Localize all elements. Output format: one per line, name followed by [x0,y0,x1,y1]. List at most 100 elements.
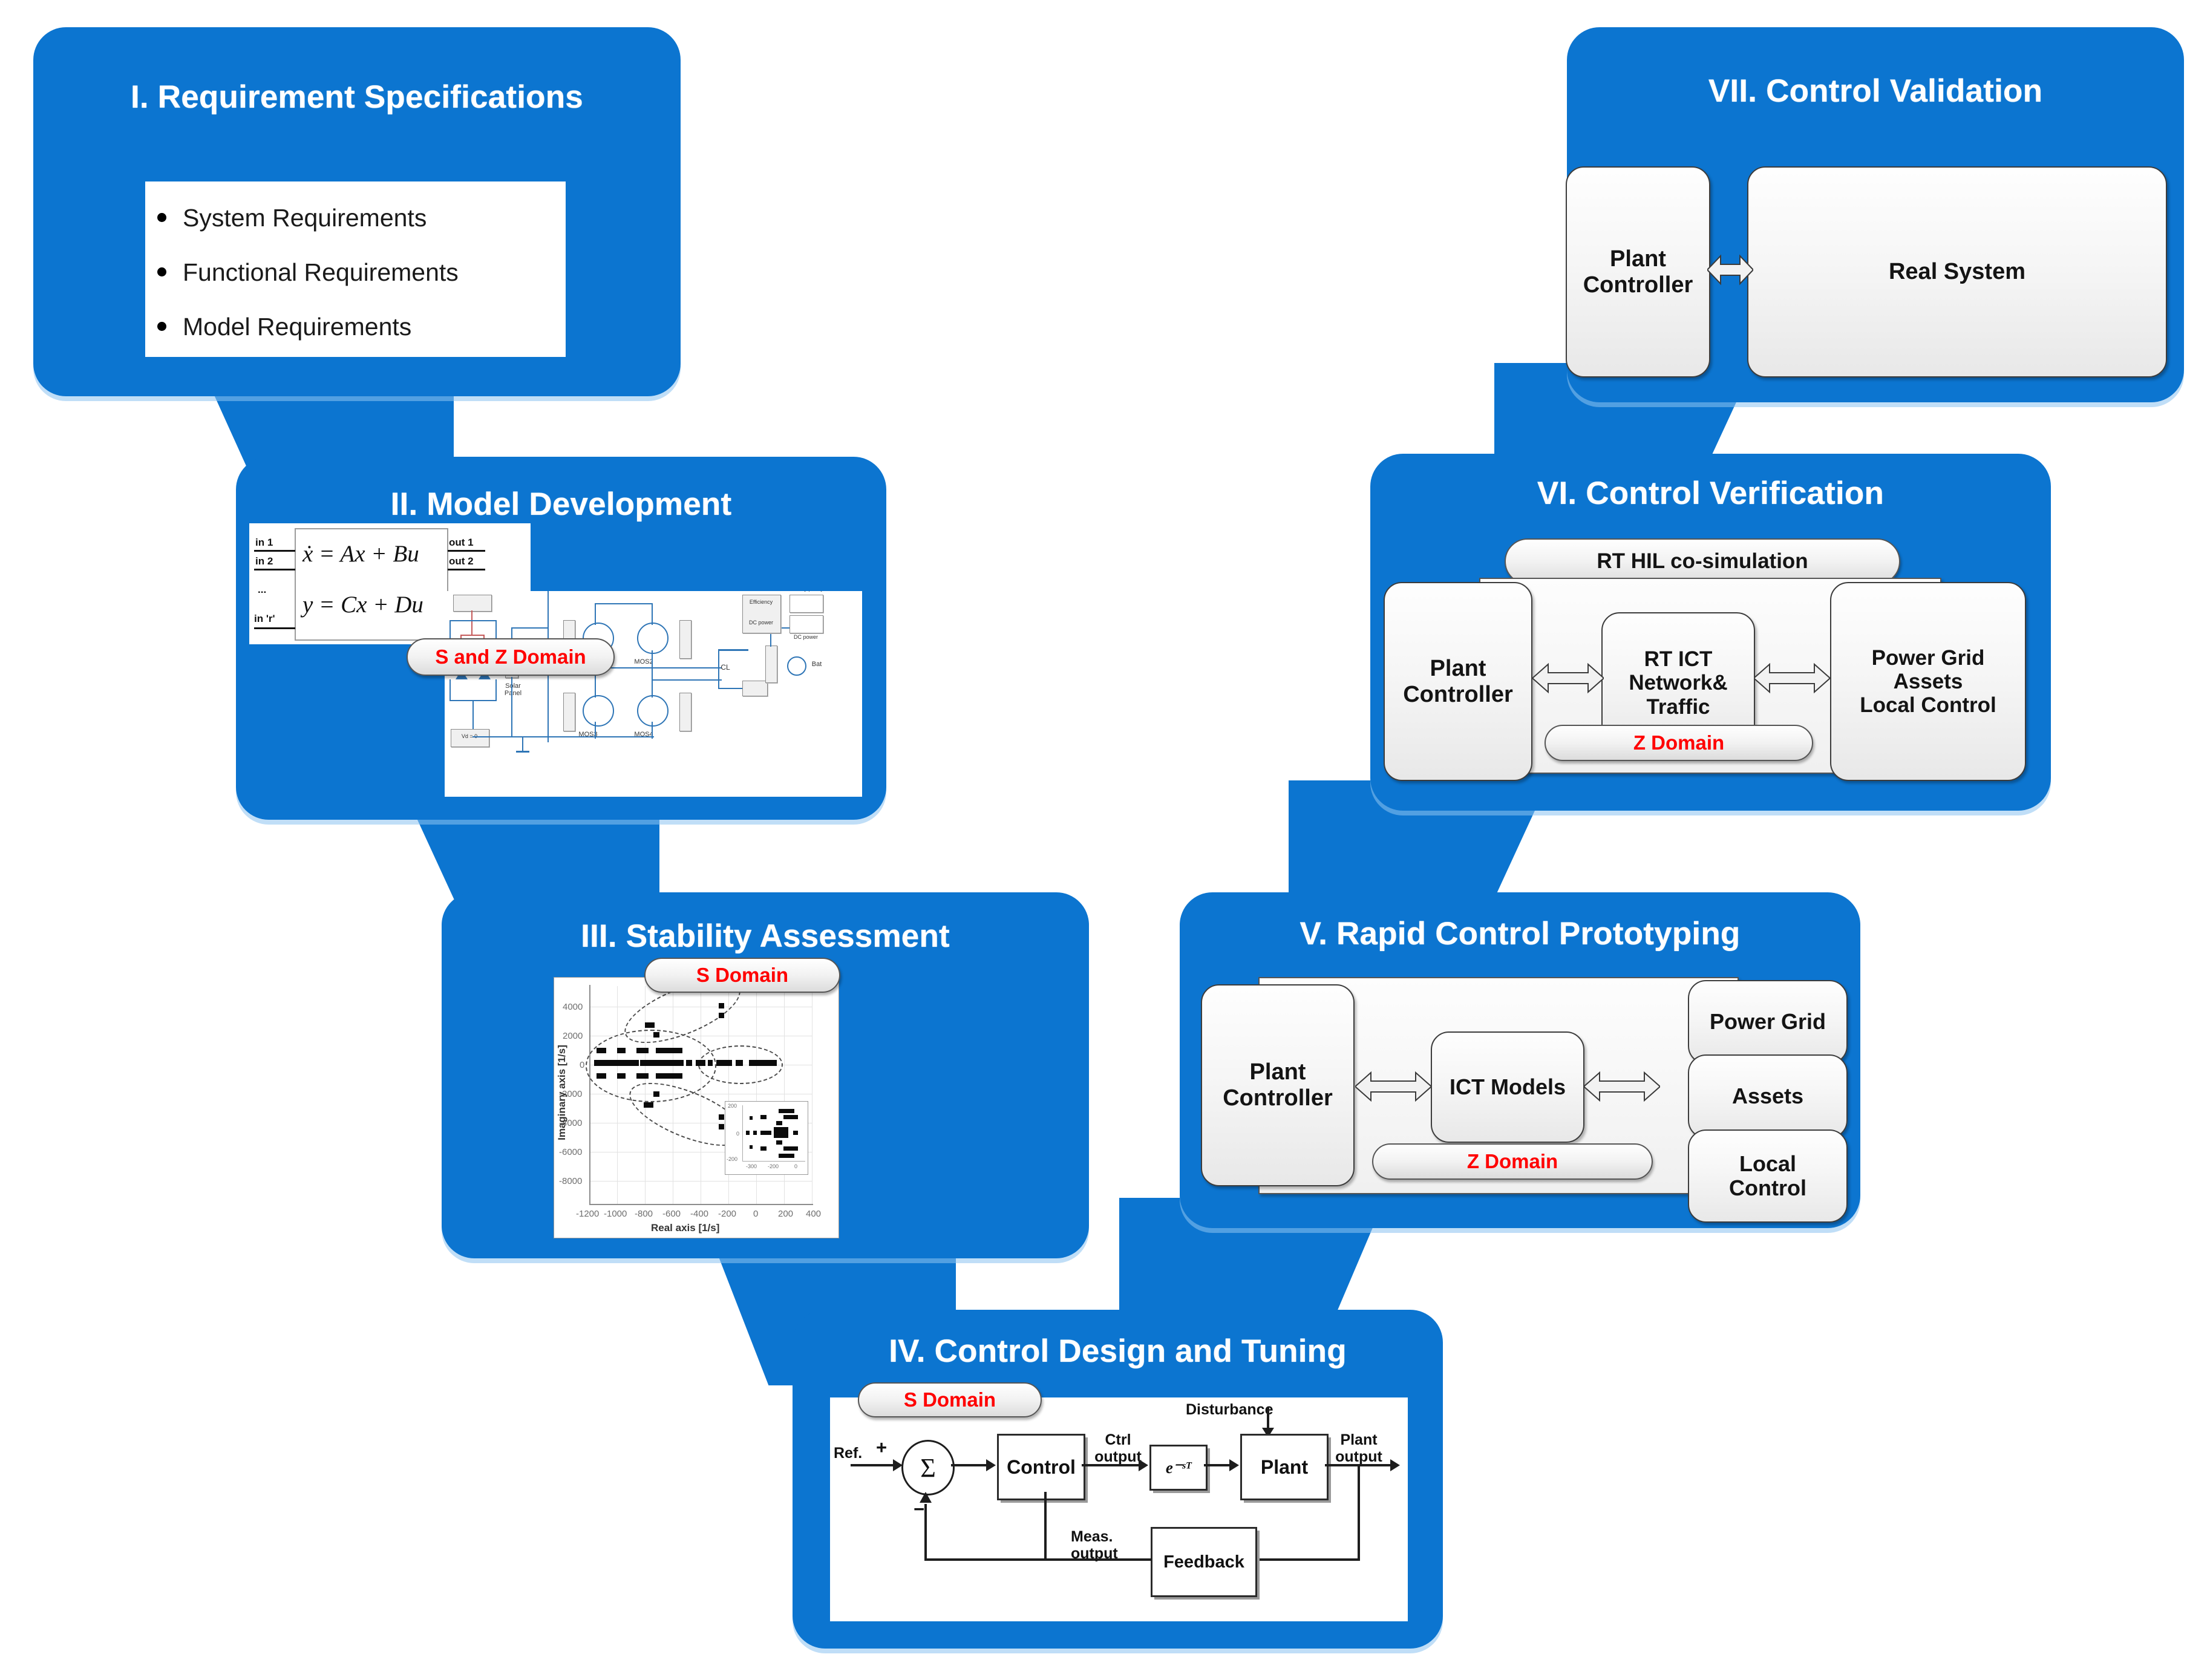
input-label-1: in 1 [255,537,273,548]
pole-marker [793,1131,798,1135]
inset-x-tick-label: 0 [794,1163,798,1169]
stage-title-2: II. Model Development [390,486,732,522]
circuit-label-dcpower: DC power [748,619,773,626]
stage-card-model-development[interactable]: II. Model Development ẋ = Ax + Bu y = Cx… [236,457,886,820]
plant-block[interactable]: Plant [1240,1434,1329,1500]
inset-y-tick-label: 0 [736,1131,740,1137]
pole-marker [640,1060,684,1066]
stage-card-control-verification[interactable]: VI. Control Verification RT HIL co-simul… [1370,454,2051,811]
pole-marker [719,1003,724,1008]
y-tick-label: -8000 [559,1176,583,1186]
pole-marker [597,1073,606,1079]
domain-pill-s-and-z: S and Z Domain [407,638,615,676]
pole-marker [617,1073,626,1079]
plant-controller-box-5[interactable]: Plant Controller [1201,984,1355,1186]
pole-marker [774,1127,788,1138]
feedback-to-sum-line [1044,1558,1152,1561]
y-tick-label: 2000 [563,1031,583,1041]
wire [718,649,719,689]
pole-zero-plot: 4000 2000 0 -2000 -4000 -6000 -8000 -120… [554,967,839,1238]
inset-y-tick-label: 200 [728,1103,737,1109]
x-axis-title: Real axis [1/s] [651,1222,720,1234]
ict-models-box[interactable]: ICT Models [1431,1031,1584,1143]
pole-marker [719,1114,724,1120]
meas-output-label: Meas. output [1071,1528,1118,1562]
sum-to-control-line [951,1464,989,1466]
stage-card-stability-assessment[interactable]: III. Stability Assessment 4000 2000 0 -2… [442,892,1089,1258]
inset-x-tick-label: -300 [746,1163,757,1169]
delay-expression: e⁻ˢᵀ [1165,1458,1192,1477]
pole-marker [686,1060,692,1066]
control-block[interactable]: Control [997,1434,1085,1500]
wire [595,603,653,604]
pole-marker [753,1131,757,1135]
inductor [718,649,748,651]
stage-title-7: VII. Control Validation [1708,73,2043,109]
list-item: System Requirements [145,206,566,230]
real-system-box[interactable]: Real System [1747,166,2167,378]
delay-to-plant-line [1204,1464,1232,1466]
circuit-label-efficiency: Efficiency [749,599,773,605]
ref-label: Ref. [834,1445,863,1462]
sum-feedback-line [924,1558,1045,1561]
pole-marker [656,1048,682,1053]
circuit-label-mos2: MOS2 [634,658,653,665]
state-equation: ẋ = Ax + Bu [302,541,419,567]
pole-marker [783,1115,798,1119]
stage-title-3: III. Stability Assessment [581,918,950,954]
domain-pill-z-domain-6: Z Domain [1545,725,1813,761]
input-label-2: in 2 [255,555,273,567]
stage-title-6: VI. Control Verification [1537,476,1885,511]
x-tick-label: -600 [662,1209,681,1219]
local-control-box-5[interactable]: Local Control [1688,1129,1848,1223]
pole-marker [597,1048,606,1053]
v-model-diagram: I. Requirement Specifications System Req… [0,0,2210,1680]
pole-marker [617,1048,626,1053]
feedback-block[interactable]: Feedback [1151,1527,1257,1597]
delay-block: e⁻ˢᵀ [1149,1445,1208,1491]
input-line-r [254,627,295,629]
pole-marker [749,1060,777,1066]
assets-box-5[interactable]: Assets [1688,1054,1848,1139]
domain-pill-s-domain-4: S Domain [858,1382,1042,1417]
pole-marker [636,1048,649,1053]
pole-marker [760,1115,767,1119]
pole-marker [696,1060,705,1066]
wire [460,635,485,636]
inset-x-tick-label: -200 [768,1163,779,1169]
stage-card-control-design-and-tuning[interactable]: IV. Control Design and Tuning Ref. + Σ −… [793,1310,1443,1649]
pole-marker [708,1060,713,1066]
inset-y-tick-label: -200 [727,1156,738,1162]
wire [471,610,472,635]
wire [652,650,653,698]
stage-title-5: V. Rapid Control Prototyping [1300,916,1741,952]
inset-zoom-plot: 200 0 -200 -300 -200 0 [725,1101,808,1175]
pole-marker [716,1060,732,1066]
ctrl-output-label: Ctrl output [1094,1431,1142,1465]
stage-card-control-validation[interactable]: VII. Control Validation Plant Controller… [1566,27,2184,402]
x-tick-label: -1000 [604,1209,627,1219]
domain-pill-z-domain-5: Z Domain [1372,1143,1653,1180]
pole-marker [636,1073,649,1079]
x-tick-label: -400 [690,1209,709,1219]
arrowhead [1229,1459,1239,1471]
power-grid-box-5[interactable]: Power Grid [1688,980,1848,1064]
plant-controller-box-6[interactable]: Plant Controller [1384,582,1532,781]
wire [472,700,474,729]
plant-controller-box-7[interactable]: Plant Controller [1566,166,1710,378]
stage-card-requirement-specifications[interactable]: I. Requirement Specifications System Req… [33,27,681,396]
ref-line [851,1464,894,1466]
stage-card-rapid-control-prototyping[interactable]: V. Rapid Control Prototyping Plant Contr… [1180,892,1860,1228]
pole-marker [746,1131,750,1135]
power-grid-assets-local-control-box[interactable]: Power Grid Assets Local Control [1830,582,2026,781]
pole-marker [750,1116,753,1120]
pole-marker [656,1073,682,1079]
circuit-label-eff-cycle: Efficiency per cycle [781,591,833,592]
x-axis [589,1204,813,1205]
wire [511,677,512,737]
wire [718,688,742,689]
gridline [589,1181,812,1182]
inset-y-axis [742,1105,743,1161]
output-line-2 [448,569,485,570]
output-line-1 [448,550,485,552]
